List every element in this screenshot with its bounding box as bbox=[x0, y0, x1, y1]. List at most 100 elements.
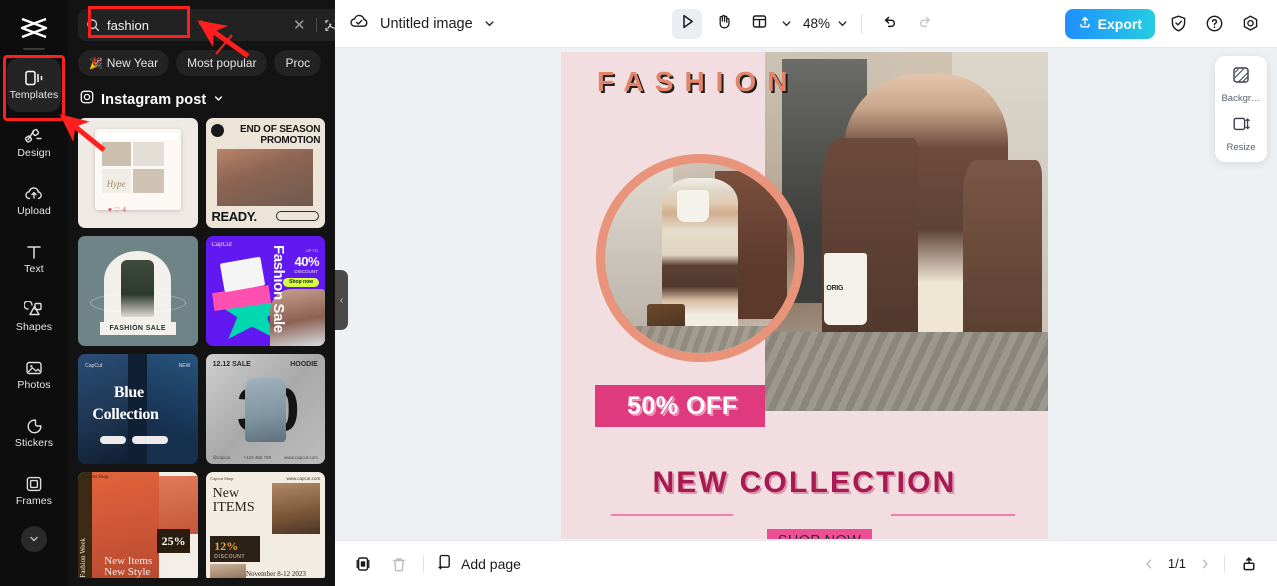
design-discount-badge[interactable]: 50% OFF bbox=[595, 385, 765, 427]
sidebar-item-frames[interactable]: Frames bbox=[7, 464, 61, 518]
thumb-title: FASHION SALE bbox=[99, 322, 176, 335]
undo-icon bbox=[881, 13, 898, 35]
template-card-hoodie-1212[interactable]: 12.12 SALE HOODIE 30 @capcut+123 456 789… bbox=[205, 354, 325, 464]
select-tool-button[interactable] bbox=[671, 8, 702, 39]
zoom-level-label[interactable]: 48% bbox=[803, 16, 830, 31]
thumb-title: END OF SEASON PROMOTION bbox=[240, 123, 321, 146]
thumb-big: 25% bbox=[156, 529, 191, 554]
sidebar-item-shapes[interactable]: Shapes bbox=[7, 290, 61, 344]
add-page-button[interactable]: Add page bbox=[436, 553, 521, 574]
sidebar-item-templates[interactable]: Templates bbox=[7, 58, 61, 112]
hand-icon bbox=[714, 13, 731, 35]
template-card-end-of-season[interactable]: END OF SEASON PROMOTION READY. bbox=[205, 118, 325, 228]
redo-button[interactable] bbox=[910, 9, 940, 39]
thumb-date: November 8-12 2023 bbox=[246, 569, 306, 578]
add-page-icon bbox=[436, 553, 454, 574]
export-page-icon[interactable] bbox=[1237, 552, 1261, 576]
thumb-art bbox=[217, 148, 314, 206]
resize-tool-label: Resize bbox=[1226, 142, 1256, 153]
toolbar-right-group: Export bbox=[1064, 8, 1263, 39]
templates-panel: ✕ bbox=[68, 0, 335, 586]
sidebar-item-text[interactable]: Text bbox=[7, 232, 61, 286]
sidebar-item-design[interactable]: Design bbox=[7, 116, 61, 170]
stickers-icon bbox=[24, 417, 44, 435]
cloud-saved-icon[interactable] bbox=[349, 12, 370, 36]
search-box[interactable]: ✕ bbox=[78, 9, 335, 41]
template-card-new-items-new-style[interactable]: Capcut Shop Fashion Week 25% New Items Ne… bbox=[78, 472, 198, 578]
design-heading[interactable]: FASHION bbox=[597, 66, 798, 98]
undo-button[interactable] bbox=[874, 9, 904, 39]
help-circle-icon[interactable] bbox=[1201, 11, 1227, 37]
canvas-workspace[interactable]: ORIG FASHION 50% OFF NEW COLLECTION Back… bbox=[335, 48, 1277, 540]
sidebar-item-label: Shapes bbox=[15, 321, 53, 333]
chip-most-popular[interactable]: Most popular bbox=[176, 50, 268, 76]
close-icon[interactable]: ✕ bbox=[290, 16, 309, 34]
image-search-icon[interactable] bbox=[324, 18, 335, 33]
thumb-title: Blue bbox=[113, 383, 144, 401]
sidebar-item-label: Templates bbox=[9, 89, 59, 101]
thumb-art-shape bbox=[132, 142, 165, 167]
bottom-bar: Add page 1/1 bbox=[335, 540, 1277, 586]
prev-page-button[interactable] bbox=[1142, 557, 1156, 571]
thumb-note: NEW bbox=[178, 362, 191, 369]
chevron-down-icon[interactable] bbox=[483, 17, 496, 30]
document-title[interactable]: Untitled image bbox=[380, 16, 473, 32]
panel-collapse-handle[interactable]: ‹ bbox=[335, 270, 348, 330]
chevron-down-icon[interactable] bbox=[780, 17, 793, 30]
cursor-icon bbox=[678, 13, 695, 35]
hand-tool-button[interactable] bbox=[708, 9, 738, 39]
capcut-logo-icon[interactable] bbox=[14, 14, 54, 42]
duplicate-page-icon[interactable] bbox=[351, 552, 375, 576]
chevron-down-icon[interactable] bbox=[836, 17, 849, 30]
search-icon bbox=[86, 18, 100, 32]
template-card-fashion-sale-40[interactable]: CapCut Fashion Sale UP TO 40% DISCOUNT S… bbox=[205, 236, 325, 346]
design-rule-right bbox=[891, 514, 1015, 516]
chip-label: Most popular bbox=[187, 56, 257, 70]
chip-products[interactable]: Proc bbox=[274, 50, 322, 76]
sidebar-item-photos[interactable]: Photos bbox=[7, 348, 61, 402]
thumb-sub: UP TO bbox=[305, 248, 318, 254]
template-card-fashion-sale-arch[interactable]: FASHION SALE bbox=[78, 236, 198, 346]
shield-check-icon[interactable] bbox=[1165, 11, 1191, 37]
design-headline[interactable]: NEW COLLECTION bbox=[561, 466, 1048, 500]
chip-label: Proc bbox=[285, 56, 311, 70]
search-divider bbox=[315, 18, 317, 32]
background-tool-label: Backgr… bbox=[1221, 93, 1261, 104]
sidebar-item-label: Design bbox=[17, 147, 51, 159]
design-circle-photo[interactable] bbox=[596, 154, 804, 362]
background-tool-button[interactable]: Backgr… bbox=[1215, 65, 1267, 104]
category-selector[interactable]: Instagram post bbox=[68, 76, 335, 118]
toolbar-divider bbox=[861, 13, 863, 34]
thumb-discount-box: 12% DISCOUNT bbox=[210, 535, 261, 563]
chip-new-year[interactable]: 🎉 New Year bbox=[78, 50, 170, 76]
settings-gear-icon[interactable] bbox=[1237, 11, 1263, 37]
photo-ground bbox=[765, 332, 1048, 411]
panel-search-row: ✕ bbox=[68, 0, 335, 41]
design-hero-photo[interactable]: ORIG bbox=[765, 52, 1048, 411]
bottom-divider bbox=[423, 554, 424, 573]
sidebar-item-stickers[interactable]: Stickers bbox=[7, 406, 61, 460]
layout-tool-button[interactable] bbox=[744, 9, 774, 39]
template-card-new-items-12-discount[interactable]: Capcut Shop www.capcut.com New ITEMS 12% … bbox=[205, 472, 325, 578]
frames-icon bbox=[24, 475, 44, 493]
export-button[interactable]: Export bbox=[1064, 8, 1155, 39]
upload-icon bbox=[1078, 15, 1092, 32]
design-cta-button[interactable]: SHOP NOW bbox=[767, 529, 872, 539]
thumb-cta: Shop now bbox=[283, 277, 320, 287]
sidebar-item-upload[interactable]: Upload bbox=[7, 174, 61, 228]
background-icon bbox=[1231, 65, 1251, 90]
thumb-note: DISCOUNT bbox=[214, 554, 246, 561]
template-card-blue-collection[interactable]: CapCut NEW Blue Collection bbox=[78, 354, 198, 464]
trash-icon[interactable] bbox=[387, 552, 411, 576]
thumb-footer: @capcut +123 456 789 www.capcut.com bbox=[212, 454, 318, 460]
next-page-button[interactable] bbox=[1198, 557, 1212, 571]
resize-tool-button[interactable]: Resize bbox=[1215, 114, 1267, 153]
template-card-hype-collage[interactable]: Hype ♥ ♡ 4 bbox=[78, 118, 198, 228]
search-input[interactable] bbox=[107, 17, 283, 33]
left-tool-rail: Templates Design Upload Text Shapes Phot… bbox=[0, 0, 68, 586]
chevron-down-icon[interactable] bbox=[21, 526, 47, 552]
thumb-footer: READY. bbox=[211, 208, 257, 224]
design-canvas[interactable]: ORIG FASHION 50% OFF NEW COLLECTION bbox=[561, 52, 1048, 539]
thumb-art bbox=[272, 483, 321, 534]
layout-icon bbox=[750, 13, 767, 35]
